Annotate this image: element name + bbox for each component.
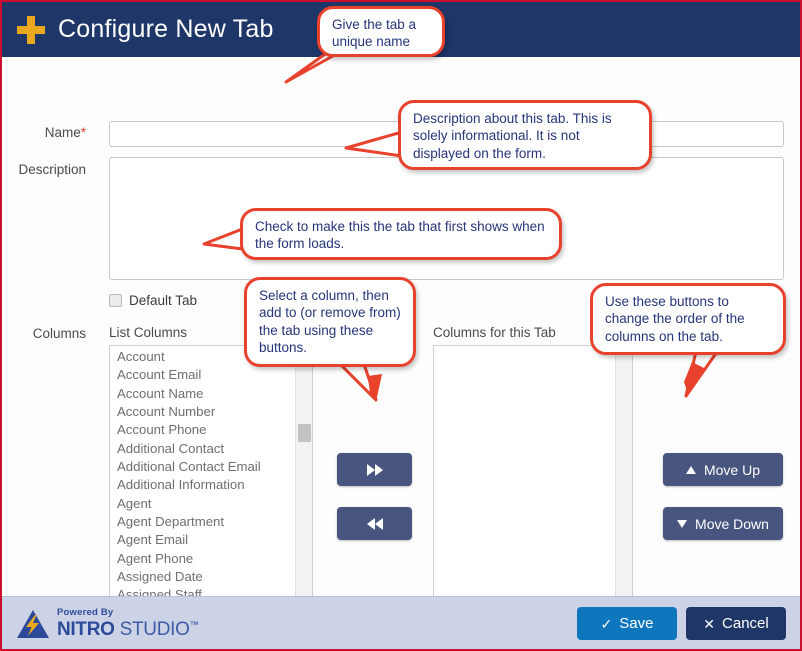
list-item[interactable]: Account Number xyxy=(110,403,294,421)
arrow-down-icon xyxy=(677,519,688,528)
footer-actions: ✓ Save ✕ Cancel xyxy=(577,607,786,640)
check-icon: ✓ xyxy=(600,615,613,632)
default-tab-row[interactable]: Default Tab xyxy=(109,293,197,308)
move-up-label: Move Up xyxy=(703,461,761,478)
nitro-triangle-bolt-icon xyxy=(16,609,50,639)
move-down-button[interactable]: Move Down xyxy=(663,507,783,540)
required-marker: * xyxy=(80,125,86,140)
close-icon: ✕ xyxy=(703,615,716,632)
brand-name: NITRO STUDIO™ xyxy=(57,618,199,640)
powered-by-label: Powered By xyxy=(57,607,114,619)
cancel-button[interactable]: ✕ Cancel xyxy=(686,607,786,640)
list-item[interactable]: Agent xyxy=(110,495,294,513)
nitro-studio-logo: Powered By NITRO STUDIO™ xyxy=(16,607,199,640)
nitro-studio-wordmark: Powered By NITRO STUDIO™ xyxy=(57,607,199,640)
columns-label: Columns xyxy=(32,326,86,341)
arrow-up-icon xyxy=(685,465,696,474)
brand-nitro: NITRO xyxy=(57,618,115,640)
list-item[interactable]: Additional Information xyxy=(110,476,294,494)
brand-studio: STUDIO xyxy=(114,618,190,640)
default-tab-label: Default Tab xyxy=(129,293,198,308)
cancel-label: Cancel xyxy=(722,615,769,632)
callout-name: Give the tab a unique name xyxy=(317,6,445,57)
move-down-label: Move Down xyxy=(695,515,769,532)
tab-columns-header: Columns for this Tab xyxy=(433,325,556,340)
description-label: Description xyxy=(18,162,86,177)
remove-column-button[interactable] xyxy=(337,507,412,540)
callout-order-columns: Use these buttons to change the order of… xyxy=(590,283,786,355)
list-item[interactable]: Agent Phone xyxy=(110,550,294,568)
list-item[interactable]: Account Phone xyxy=(110,421,294,439)
save-label: Save xyxy=(619,615,654,632)
list-item[interactable]: Agent Email xyxy=(110,531,294,549)
save-button[interactable]: ✓ Save xyxy=(577,607,677,640)
double-arrow-right-icon xyxy=(366,463,383,476)
callout-select-column: Select a column, then add to (or remove … xyxy=(244,277,416,367)
list-item[interactable]: Assigned Date xyxy=(110,568,294,586)
scrollbar-thumb[interactable] xyxy=(298,424,311,442)
name-label: Name* xyxy=(44,125,86,140)
callout-description: Description about this tab. This is sole… xyxy=(398,100,652,170)
list-item[interactable]: Agent Department xyxy=(110,513,294,531)
list-item[interactable]: Account Name xyxy=(110,385,294,403)
default-tab-checkbox[interactable] xyxy=(109,294,122,307)
plus-icon xyxy=(14,13,48,47)
list-item[interactable]: Additional Contact xyxy=(110,440,294,458)
brand-trademark: ™ xyxy=(189,619,199,630)
dialog-footer: Powered By NITRO STUDIO™ ✓ Save ✕ Cancel xyxy=(2,596,800,649)
double-arrow-left-icon xyxy=(366,517,383,530)
list-item[interactable]: Account Email xyxy=(110,366,294,384)
page-title: Configure New Tab xyxy=(58,15,274,43)
callout-default-tab: Check to make this the tab that first sh… xyxy=(240,208,562,260)
list-columns-header: List Columns xyxy=(109,325,188,340)
add-column-button[interactable] xyxy=(337,453,412,486)
configure-new-tab-dialog: Configure New Tab Name* Description Defa… xyxy=(0,0,802,651)
list-item[interactable]: Additional Contact Email xyxy=(110,458,294,476)
move-up-button[interactable]: Move Up xyxy=(663,453,783,486)
